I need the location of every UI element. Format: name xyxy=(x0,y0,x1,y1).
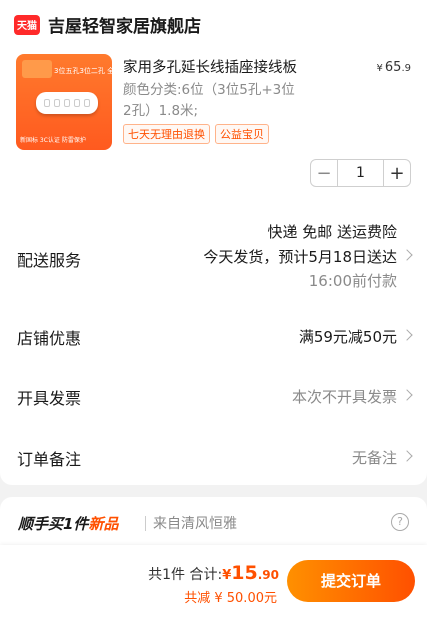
total-yen: ¥ xyxy=(222,568,232,583)
delivery-method: 快递 免邮 送运费险 xyxy=(267,223,397,241)
quantity-input[interactable]: 1 xyxy=(337,160,384,186)
invoice-value[interactable]: 本次不开具发票 xyxy=(292,386,397,407)
thumb-brand-icon xyxy=(22,60,52,78)
item-count: 共1件 xyxy=(148,567,186,583)
store-header[interactable]: 天猫 吉屋轻智家居旗舰店 xyxy=(14,12,201,37)
remark-chevron-icon[interactable] xyxy=(401,450,413,462)
decrease-button[interactable]: − xyxy=(311,163,337,184)
delivery-label: 配送服务 xyxy=(17,251,82,270)
bonus-source: 来自清风恒雅 xyxy=(153,516,237,532)
total-integer: 15 xyxy=(231,562,258,584)
increase-button[interactable]: + xyxy=(384,163,410,184)
bonus-title-prefix: 顺手买1件 xyxy=(18,515,89,533)
quantity-stepper: − 1 + xyxy=(310,159,411,187)
discount-chevron-icon[interactable] xyxy=(401,329,413,341)
remark-value[interactable]: 无备注 xyxy=(352,447,397,468)
discount-value[interactable]: 满59元减50元 xyxy=(299,326,397,347)
product-spec-line2: 2孔）1.8米; xyxy=(123,103,199,119)
delivery-info[interactable]: 快递 免邮 送运费险 今天发货，预计5月18日送达 16:00前付款 xyxy=(203,220,397,294)
submit-order-button[interactable]: 提交订单 xyxy=(287,560,415,602)
power-strip-icon xyxy=(36,92,98,114)
product-tags: 七天无理由退换 公益宝贝 xyxy=(123,124,269,144)
thumb-caption: 3位五孔3位二孔 全长1.8米 xyxy=(54,67,112,75)
tag-charity: 公益宝贝 xyxy=(215,124,269,144)
bonus-title: 顺手买1件新品 xyxy=(18,513,118,534)
thumb-badges: 新国标 3C认证 防雷保护 xyxy=(20,137,86,144)
total-line: 共1件 合计:¥15.90 xyxy=(148,562,279,584)
help-icon[interactable]: ? xyxy=(391,513,409,531)
product-price: ¥65.9 xyxy=(377,60,411,75)
product-spec-line1: 颜色分类:6位（3位5孔+3位 xyxy=(123,82,295,98)
bonus-title-highlight: 新品 xyxy=(88,515,119,533)
saving-amount: 共减 ¥ 50.00元 xyxy=(184,591,277,606)
tmall-logo-icon: 天猫 xyxy=(14,14,40,35)
remark-label: 订单备注 xyxy=(17,450,82,469)
invoice-label: 开具发票 xyxy=(17,389,82,408)
price-symbol: ¥ xyxy=(376,63,383,74)
order-card: 天猫 吉屋轻智家居旗舰店 3位五孔3位二孔 全长1.8米 新国标 3C认证 防雷… xyxy=(0,0,427,485)
tag-seven-day-return: 七天无理由退换 xyxy=(123,124,210,144)
price-decimal: .9 xyxy=(401,63,411,74)
total-decimal: .90 xyxy=(257,568,279,582)
invoice-chevron-icon[interactable] xyxy=(401,389,413,401)
total-label: 合计: xyxy=(189,567,223,583)
delivery-cutoff: 16:00前付款 xyxy=(308,272,397,290)
delivery-chevron-icon[interactable] xyxy=(401,249,413,261)
product-spec[interactable]: 颜色分类:6位（3位5孔+3位 2孔）1.8米; xyxy=(123,80,343,122)
product-title[interactable]: 家用多孔延长线插座接线板 xyxy=(123,56,297,77)
product-thumbnail[interactable]: 3位五孔3位二孔 全长1.8米 新国标 3C认证 防雷保护 xyxy=(16,54,112,150)
price-integer: 65 xyxy=(384,60,402,75)
store-name[interactable]: 吉屋轻智家居旗舰店 xyxy=(48,12,201,37)
checkout-bar: 共1件 合计:¥15.90 共减 ¥ 50.00元 提交订单 xyxy=(0,545,427,618)
delivery-estimate: 今天发货，预计5月18日送达 xyxy=(203,247,397,266)
discount-label: 店铺优惠 xyxy=(17,329,82,348)
divider xyxy=(145,516,146,531)
